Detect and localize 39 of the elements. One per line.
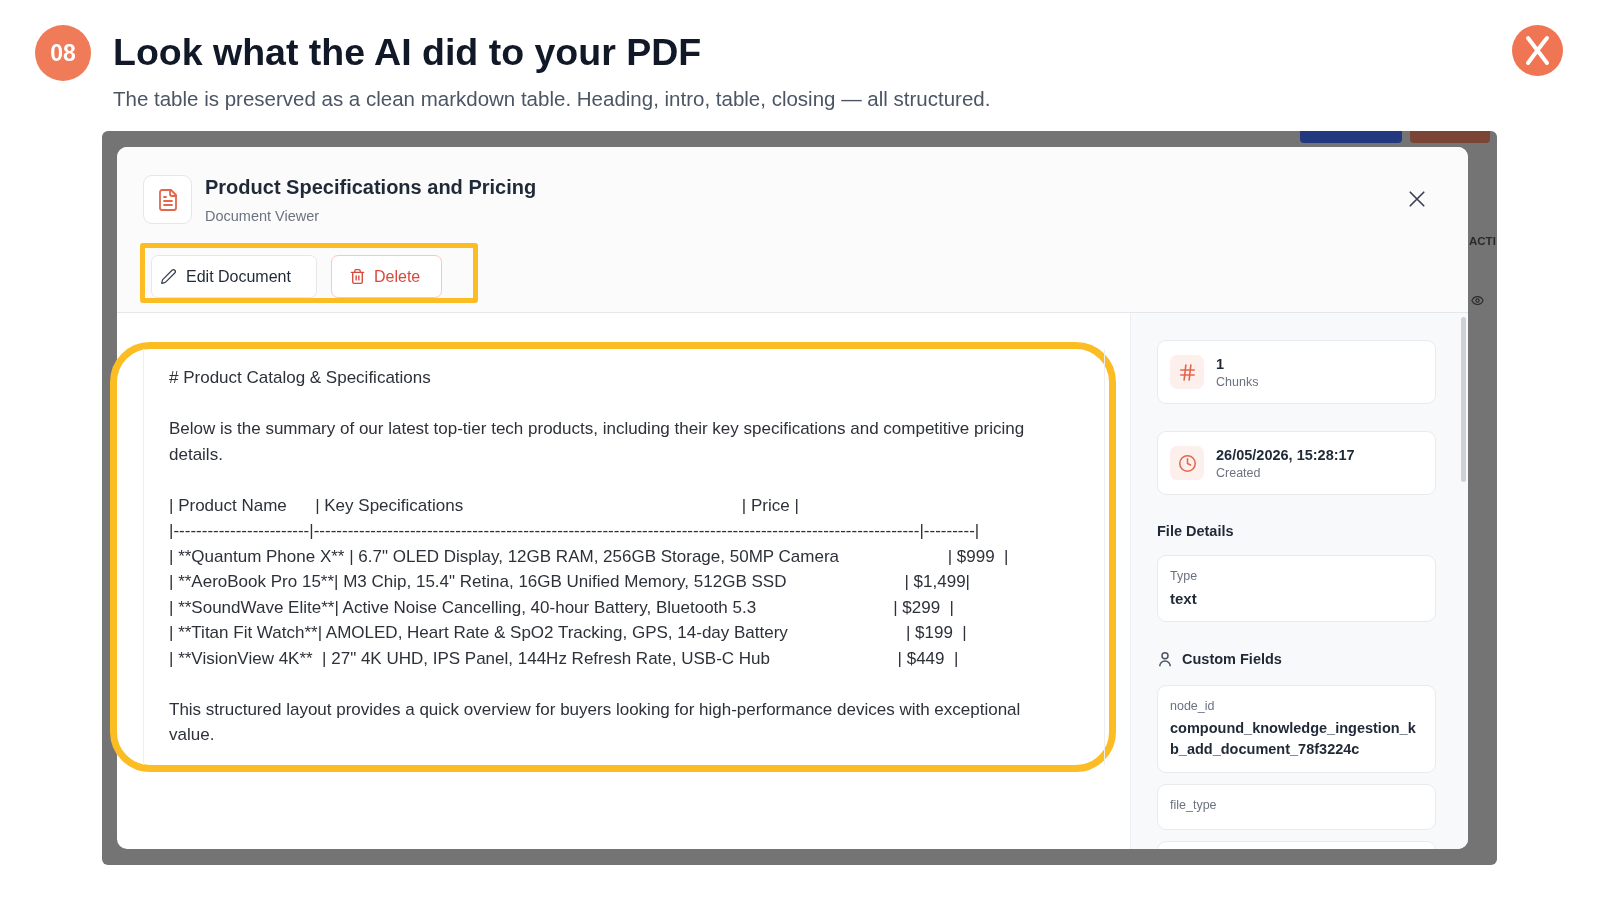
markdown-table-line: | **AeroBook Pro 15**| M3 Chip, 15.4" Retina, 16GB Unified Memory, 512GB SSD | $1,499| — [169, 571, 971, 593]
markdown-table-line: | **Quantum Phone X** | 6.7" OLED Display, 12GB RAM, 256GB Storage, 50MP Camera | $999 | — [169, 545, 1009, 568]
dialog-subtitle: Document Viewer — [205, 207, 320, 226]
eye-icon — [1471, 296, 1484, 305]
markdown-table-line: | Product Name | Key Specifications | Price | — [169, 494, 799, 517]
markdown-table-line: | **Titan Fit Watch**| AMOLED, Heart Rate & SpO2 Tracking, GPS, 14-day Battery | $199 | — [169, 622, 967, 644]
field-label: file_type — [1170, 797, 1217, 813]
markdown-table-line: | **VisionView 4K** | 27" 4K UHD, IPS Panel, 144Hz Refresh Rate, USB-C Hub | $449 | — [169, 647, 959, 670]
stat-label: Created — [1216, 464, 1261, 481]
delete-button[interactable]: Delete — [331, 255, 442, 298]
markdown-table-line: |------------------------|-----------------------------------------------------------------------------------------------------------|---------| — [169, 520, 980, 542]
logo-icon — [1512, 25, 1563, 76]
slide-subtitle: The table is preserved as a clean markdown table. Heading, intro, table, closing — all structured. — [113, 86, 991, 111]
stat-label: Chunks — [1216, 373, 1259, 390]
field-value: text — [1170, 589, 1197, 609]
edit-button[interactable]: Edit Document — [151, 255, 317, 298]
dialog-title: Product Specifications and Pricing — [205, 175, 537, 200]
document-paragraph: This structured layout provides a quick overview for buyers looking for high-performance devices with exceptional value. — [169, 698, 1022, 746]
clock-icon — [1170, 446, 1204, 480]
scrollbar-thumb[interactable] — [1461, 317, 1466, 482]
document-paragraph: Below is the summary of our latest top-tier tech products, including their key specifications and competitive pricing details. — [169, 418, 1026, 466]
pencil-icon — [161, 269, 176, 284]
section-title: Custom Fields — [1182, 650, 1282, 669]
step-number: 08 — [35, 25, 91, 81]
backdrop-column-header: ACTI — [1469, 234, 1496, 248]
section-title: File Details — [1157, 522, 1234, 541]
document-heading: # Product Catalog & Specifications — [169, 367, 431, 389]
field-value: compound_knowledge_ingestion_kb_add_document_78f3224c — [1170, 719, 1417, 759]
document-icon — [143, 175, 192, 224]
hash-icon — [1170, 355, 1204, 389]
field-label: node_id — [1170, 698, 1215, 714]
close-icon[interactable] — [1409, 191, 1425, 207]
markdown-table-line: | **SoundWave Elite**| Active Noise Cancelling, 40-hour Battery, Bluetooth 5.3 | $299 | — [169, 596, 954, 619]
stat-value: 26/05/2026, 15:28:17 — [1216, 445, 1355, 465]
stat-value: 1 — [1216, 354, 1225, 374]
trash-icon — [350, 269, 365, 284]
field-label: Type — [1170, 568, 1198, 584]
person-icon — [1159, 651, 1171, 667]
slide-title: Look what the AI did to your PDF — [113, 30, 702, 74]
